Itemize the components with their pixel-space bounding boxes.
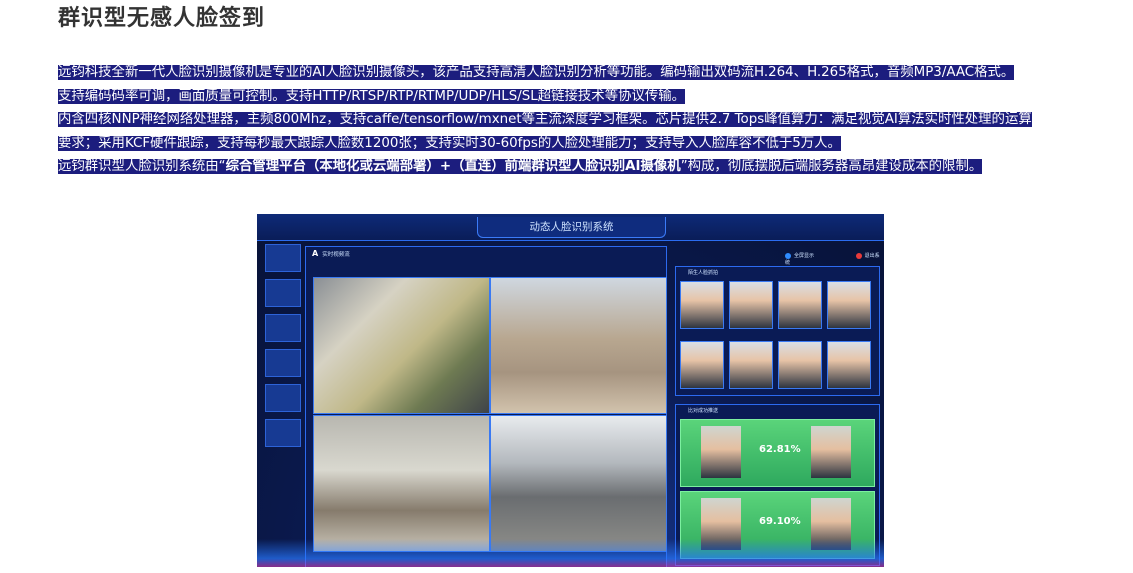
compare-panel-title: 比对成功推送 xyxy=(688,408,719,414)
sidebar-nav-item xyxy=(265,314,301,342)
para-line-5: 远钧群识型人脸识别系统由“综合管理平台（本地化或云端部署）+（直连）前端群识型人… xyxy=(58,159,983,174)
intro-paragraph: 远钧科技全新一代人脸识别摄像机是专业的AI人脸识别摄像头，该产品支持高清人脸识别… xyxy=(58,61,1088,179)
product-screenshot-image: 动态人脸识别系统 A实时视频流 全屏显示 退出系统 陌生人脸抓拍 比对成功推送 xyxy=(257,214,884,567)
video-feed-1 xyxy=(313,277,490,414)
video-panel-title: 实时视频流 xyxy=(322,252,350,258)
sidebar-nav-item xyxy=(265,244,301,272)
video-panel-header: A 实时视频流 xyxy=(306,247,666,261)
sidebar-nav-item xyxy=(265,419,301,447)
sidebar-nav-item xyxy=(265,279,301,307)
para-line-4: 要求；采用KCF硬件跟踪，支持每秒最大跟踪人脸数1200张；支持实时30-60f… xyxy=(58,135,841,151)
bottom-glow-decoration xyxy=(257,539,884,567)
para-line-5-bold: 综合管理平台（本地化或云端部署）+（直连）前端群识型人脸识别AI摄像机 xyxy=(225,159,681,174)
system-sidebar xyxy=(265,244,301,474)
video-panel-letter: A xyxy=(312,249,319,258)
page-title: 群识型无感人脸签到 xyxy=(58,6,266,31)
match-percentage: 69.10% xyxy=(759,516,801,527)
face-thumbnail xyxy=(680,281,724,329)
face-thumbnail xyxy=(778,341,822,389)
system-top-buttons: 全屏显示 退出系统 xyxy=(785,252,884,266)
video-feed-4 xyxy=(490,415,667,552)
fullscreen-label: 全屏显示 xyxy=(794,253,815,259)
face-thumbnail xyxy=(729,341,773,389)
face-thumbnail xyxy=(729,281,773,329)
fullscreen-icon xyxy=(785,252,791,259)
stranger-faces-panel: 陌生人脸抓拍 xyxy=(675,266,880,396)
para-line-5-prefix: 远钧群识型人脸识别系统由“ xyxy=(58,159,226,174)
sidebar-nav-item xyxy=(265,384,301,412)
face-thumbnail xyxy=(827,341,871,389)
system-title: 动态人脸识别系统 xyxy=(477,217,666,238)
video-feed-2 xyxy=(490,277,667,414)
sidebar-nav-item xyxy=(265,349,301,377)
para-line-3: 内含四核NNP神经网络处理器，主频800Mhz，支持caffe/tensorfl… xyxy=(58,112,1032,127)
library-photo xyxy=(811,426,851,478)
match-card: 62.81% xyxy=(680,419,875,487)
faces-panel-title: 陌生人脸抓拍 xyxy=(688,270,719,276)
para-line-1: 远钧科技全新一代人脸识别摄像机是专业的AI人脸识别摄像头，该产品支持高清人脸识别… xyxy=(58,65,1015,80)
captured-photo xyxy=(701,426,741,478)
para-line-5-suffix: ”构成，彻底摆脱后端服务器高昂建设成本的限制。 xyxy=(680,159,983,174)
video-feed-3 xyxy=(313,415,490,552)
face-thumbnail xyxy=(680,341,724,389)
face-thumbnail xyxy=(778,281,822,329)
face-thumbnail xyxy=(827,281,871,329)
match-percentage: 62.81% xyxy=(759,444,801,455)
video-stream-panel: A 实时视频流 xyxy=(305,246,667,567)
exit-icon xyxy=(855,252,862,259)
fullscreen-control: 全屏显示 xyxy=(785,252,834,259)
para-line-2: 支持编码码率可调，画面质量可控制。支持HTTP/RTSP/RTP/RTMP/UD… xyxy=(58,88,686,104)
system-header: 动态人脸识别系统 xyxy=(257,214,884,241)
